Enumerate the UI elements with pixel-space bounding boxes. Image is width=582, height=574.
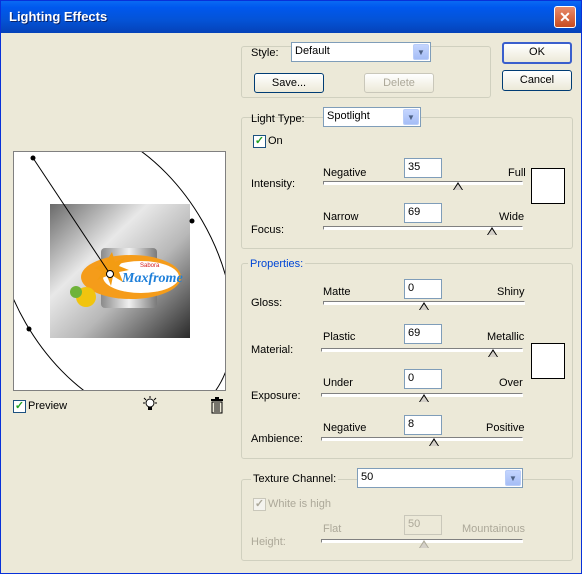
height-input[interactable]: 50	[404, 515, 442, 535]
preview-canvas[interactable]: Maxfrome Sabora	[13, 151, 226, 391]
ambience-max-label: Positive	[486, 422, 525, 434]
texture-channel-value: 50	[361, 471, 374, 483]
intensity-min-label: Negative	[323, 167, 367, 179]
light-type-label: Light Type:	[251, 113, 305, 125]
intensity-label: Intensity:	[251, 178, 296, 190]
ambient-color-swatch[interactable]	[531, 343, 565, 379]
white-is-high-label: White is high	[268, 498, 331, 510]
close-button[interactable]: ✕	[554, 6, 576, 28]
style-select[interactable]: Default ▼	[291, 42, 431, 62]
preview-label: Preview	[28, 400, 68, 412]
intensity-max-label: Full	[508, 167, 526, 179]
on-label: On	[268, 135, 283, 147]
intensity-input[interactable]: 35	[404, 158, 442, 178]
cancel-button[interactable]: Cancel	[502, 70, 572, 91]
title-bar[interactable]: Lighting Effects ✕	[1, 1, 581, 33]
focus-input[interactable]: 69	[404, 203, 442, 223]
height-max-label: Mountainous	[462, 523, 525, 535]
height-label: Height:	[251, 536, 286, 548]
ambience-min-label: Negative	[323, 422, 367, 434]
ambience-label: Ambience:	[251, 433, 303, 445]
lighting-effects-dialog: Lighting Effects ✕ OK Cancel Style: Defa…	[0, 0, 582, 574]
focus-min-label: Narrow	[323, 211, 359, 223]
material-input[interactable]: 69	[404, 324, 442, 344]
gloss-max-label: Shiny	[497, 286, 525, 298]
exposure-label: Exposure:	[251, 390, 301, 402]
material-slider-thumb[interactable]	[488, 349, 498, 357]
focus-label: Focus:	[251, 224, 285, 236]
exposure-slider-thumb[interactable]	[419, 394, 429, 402]
gloss-input[interactable]: 0	[404, 279, 442, 299]
exposure-input[interactable]: 0	[404, 369, 442, 389]
close-icon: ✕	[559, 9, 571, 25]
height-slider-thumb[interactable]	[419, 540, 429, 548]
intensity-slider-track[interactable]	[323, 181, 523, 185]
gloss-slider-thumb[interactable]	[419, 302, 429, 310]
exposure-min-label: Under	[323, 377, 353, 389]
texture-channel-select[interactable]: 50 ▼	[357, 468, 523, 488]
chevron-down-icon: ▼	[403, 109, 419, 125]
white-is-high-checkbox[interactable]: ✓	[253, 498, 266, 511]
intensity-slider-thumb[interactable]	[453, 182, 463, 190]
material-min-label: Plastic	[323, 331, 356, 343]
ok-button[interactable]: OK	[502, 42, 572, 64]
light-type-select[interactable]: Spotlight ▼	[323, 107, 421, 127]
save-button[interactable]: Save...	[254, 73, 324, 93]
light-color-swatch[interactable]	[531, 168, 565, 204]
light-direction-handle[interactable]	[30, 155, 36, 161]
ambience-slider-thumb[interactable]	[429, 438, 439, 446]
preview-image: Maxfrome Sabora	[14, 152, 225, 390]
style-label: Style:	[251, 47, 279, 59]
exposure-max-label: Over	[499, 377, 523, 389]
properties-header: Properties:	[248, 258, 306, 270]
focus-slider-thumb[interactable]	[487, 227, 497, 235]
material-max-label: Metallic	[487, 331, 525, 343]
gloss-label: Gloss:	[251, 297, 283, 309]
on-checkbox[interactable]: ✓	[253, 135, 266, 148]
height-min-label: Flat	[323, 523, 342, 535]
leaf-shape	[70, 286, 82, 298]
light-type-value: Spotlight	[327, 110, 370, 122]
chevron-down-icon: ▼	[505, 470, 521, 486]
trash-icon[interactable]	[209, 397, 225, 414]
preview-checkbox[interactable]: ✓	[13, 400, 26, 413]
style-select-value: Default	[295, 45, 330, 57]
light-bulb-icon[interactable]	[141, 396, 159, 414]
brand-small-text: Sabora	[140, 263, 160, 269]
material-label: Material:	[251, 344, 294, 356]
window-title: Lighting Effects	[9, 9, 108, 24]
ellipse-side-handle[interactable]	[189, 218, 195, 224]
focus-max-label: Wide	[499, 211, 525, 223]
chevron-down-icon: ▼	[413, 44, 429, 60]
ambience-input[interactable]: 8	[404, 415, 442, 435]
delete-button[interactable]: Delete	[364, 73, 434, 93]
ambience-slider-track[interactable]	[321, 437, 523, 441]
texture-channel-label: Texture Channel:	[251, 473, 339, 485]
brand-text: Maxfrome	[121, 271, 183, 286]
gloss-min-label: Matte	[323, 286, 351, 298]
ellipse-side-handle-2[interactable]	[26, 326, 32, 332]
light-center-handle[interactable]	[106, 270, 114, 278]
